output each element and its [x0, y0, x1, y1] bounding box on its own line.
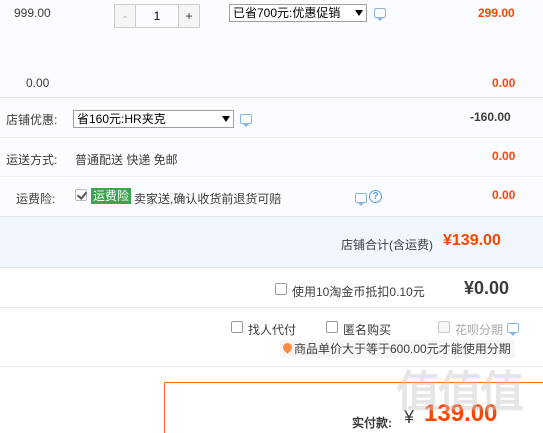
- quantity-input[interactable]: 1: [136, 4, 178, 28]
- payment-label: 实付款:: [352, 416, 392, 430]
- message-icon[interactable]: [374, 8, 386, 21]
- promo-select[interactable]: 已省700元:优惠促销: [229, 4, 367, 22]
- message-icon[interactable]: [507, 323, 519, 336]
- insurance-amount: 0.00: [492, 188, 516, 202]
- huabei-notice-text: 商品单价大于等于600.00元才能使用分期: [294, 342, 511, 356]
- shipping-method: 普通配送 快递 免邮: [75, 153, 178, 167]
- anonymous-label[interactable]: 匿名购买: [343, 321, 391, 338]
- insurance-description: 卖家送,确认收货前退货可赔: [134, 192, 282, 206]
- shop-discount-label: 店铺优惠:: [6, 113, 58, 127]
- quantity-increase-button[interactable]: +: [178, 4, 200, 28]
- shop-discount-amount: -160.00: [470, 110, 511, 124]
- coins-label: 使用10淘金币抵扣0.10元: [292, 285, 425, 299]
- chevron-down-icon: [222, 116, 230, 122]
- huabei-label: 花呗分期: [455, 323, 504, 337]
- shop-total-amount: ¥139.00: [443, 232, 501, 249]
- chevron-down-icon: [355, 10, 363, 16]
- quantity-stepper[interactable]: - 1 +: [114, 4, 200, 28]
- help-icon[interactable]: ?: [369, 190, 382, 203]
- insurance-checkbox[interactable]: [75, 189, 87, 201]
- promo-select-value: 已省700元:优惠促销: [233, 6, 341, 20]
- extra-total: 0.00: [492, 76, 516, 90]
- shipping-amount: 0.00: [492, 149, 516, 163]
- item-subtotal: 299.00: [478, 6, 515, 20]
- shop-total-label: 店铺合计(含运费): [341, 238, 433, 252]
- proxy-pay-label[interactable]: 找人代付: [248, 321, 296, 338]
- huabei-checkbox[interactable]: [438, 321, 450, 333]
- insurance-badge: 运费险: [91, 188, 132, 204]
- shop-discount-select-value: 省160元:HR夹克: [77, 112, 166, 126]
- location-pin-icon: [281, 341, 294, 354]
- coins-checkbox[interactable]: [275, 283, 287, 295]
- shipping-label: 运送方式:: [6, 153, 58, 167]
- watermark: 值值值: [396, 368, 524, 417]
- message-icon[interactable]: [355, 193, 367, 206]
- shop-discount-select[interactable]: 省160元:HR夹克: [73, 110, 234, 128]
- insurance-label: 运费险:: [16, 192, 56, 206]
- message-icon[interactable]: [240, 114, 252, 127]
- quantity-decrease-button[interactable]: -: [114, 4, 136, 28]
- extra-value: 0.00: [26, 76, 50, 90]
- proxy-pay-checkbox[interactable]: [231, 321, 243, 333]
- anonymous-checkbox[interactable]: [326, 321, 338, 333]
- coins-amount: ¥0.00: [464, 278, 510, 298]
- coins-row: [0, 268, 543, 308]
- unit-price: 999.00: [14, 6, 51, 20]
